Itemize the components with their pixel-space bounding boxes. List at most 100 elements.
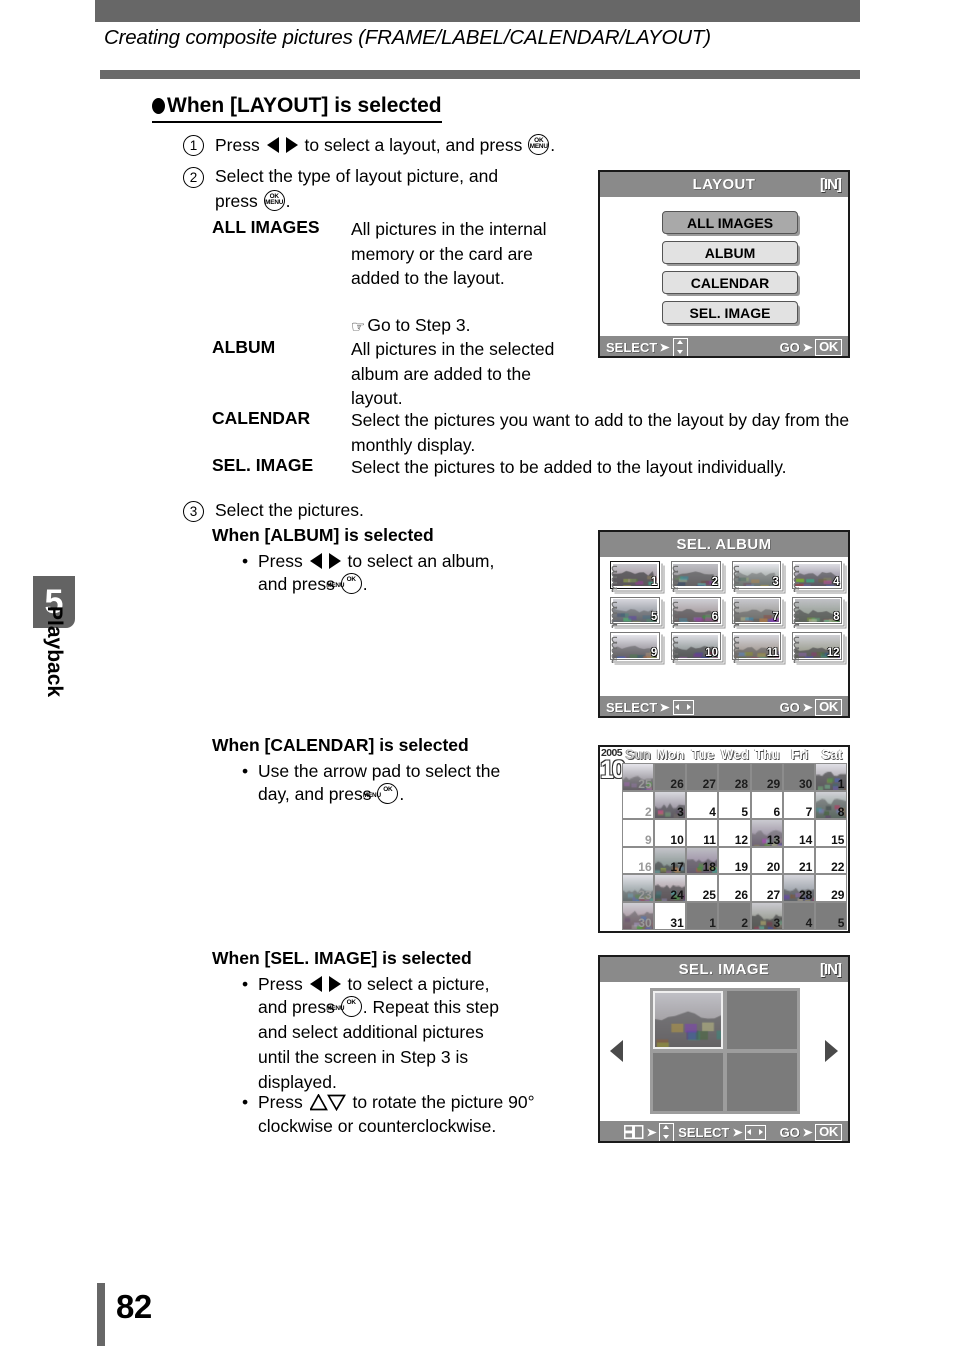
- calendar-day-cell[interactable]: 19: [718, 846, 751, 875]
- calendar-day-cell[interactable]: 3: [654, 790, 687, 819]
- calendar-day-cell[interactable]: 10: [654, 818, 687, 847]
- ok-button-icon[interactable]: OK: [815, 698, 842, 716]
- menu-item-album-label: ALBUM: [704, 244, 756, 261]
- step-1-text-after: .: [550, 135, 556, 155]
- bullet-point-icon: •: [242, 761, 249, 781]
- ok-button-icon[interactable]: OK: [815, 1123, 842, 1141]
- calendar-day-cell[interactable]: 28: [782, 874, 815, 903]
- sel-image-title-bar: SEL. IMAGE [IN]: [600, 957, 848, 982]
- album-number: 4: [833, 575, 840, 588]
- menu-item-sel-image[interactable]: SEL. IMAGE: [662, 301, 798, 324]
- calendar-day-number: 8: [837, 804, 845, 819]
- calendar-day-number: 25: [702, 888, 716, 903]
- sel-image-bullet1-line2-before: and press: [258, 997, 335, 1017]
- calendar-day-cell[interactable]: 21: [782, 846, 815, 875]
- album-thumbnail[interactable]: 2: [665, 560, 723, 595]
- album-thumbnail[interactable]: 11: [726, 631, 784, 666]
- next-image-arrow-icon[interactable]: [825, 1040, 838, 1062]
- menu-item-calendar[interactable]: CALENDAR: [662, 271, 798, 294]
- up-down-pad-icon[interactable]: [659, 1122, 675, 1141]
- album-thumbnail[interactable]: 10: [665, 631, 723, 666]
- layout-pane-empty[interactable]: [653, 1053, 723, 1111]
- step-1-text-before: Press: [215, 135, 260, 155]
- calendar-day-cell[interactable]: 9: [622, 818, 655, 847]
- left-right-pad-icon[interactable]: [672, 699, 694, 715]
- calendar-day-cell[interactable]: 1: [814, 763, 847, 791]
- calendar-day-cell[interactable]: 16: [622, 846, 655, 875]
- calendar-day-cell[interactable]: 25: [622, 763, 655, 791]
- calendar-day-cell[interactable]: 13: [750, 818, 783, 847]
- calendar-day-cell[interactable]: 30: [622, 902, 655, 930]
- calendar-day-cell[interactable]: 18: [686, 846, 719, 875]
- calendar-day-cell[interactable]: 25: [686, 874, 719, 903]
- sel-image-title: SEL. IMAGE: [678, 961, 770, 978]
- sel-image-bullet-line-1: • Press to select a picture,: [242, 972, 588, 997]
- calendar-day-cell[interactable]: 5: [718, 790, 751, 819]
- calendar-day-cell[interactable]: 5: [814, 902, 847, 930]
- calendar-day-cell[interactable]: 31: [654, 902, 687, 930]
- menu-item-album[interactable]: ALBUM: [662, 241, 798, 264]
- album-thumbnail[interactable]: 1: [604, 560, 662, 595]
- calendar-day-cell[interactable]: 29: [750, 763, 783, 791]
- layout-pane-empty[interactable]: [727, 1053, 797, 1111]
- calendar-day-cell[interactable]: 14: [782, 818, 815, 847]
- calendar-day-cell[interactable]: 2: [718, 902, 751, 930]
- album-thumbnail[interactable]: 4: [786, 560, 844, 595]
- calendar-day-number: 29: [766, 776, 781, 791]
- calendar-weekday-tue: Tue: [691, 747, 715, 762]
- album-thumbnail[interactable]: 12: [786, 631, 844, 666]
- album-thumbnail[interactable]: 7: [726, 596, 784, 631]
- calendar-day-cell[interactable]: 12: [718, 818, 751, 847]
- album-number: 5: [650, 611, 658, 624]
- calendar-day-cell[interactable]: 27: [750, 874, 783, 903]
- sel-album-body: 1 2 3 4 5 6 7 8 9 10 11 12: [600, 557, 848, 696]
- calendar-day-cell[interactable]: 28: [718, 763, 751, 791]
- calendar-day-cell[interactable]: 23: [622, 874, 655, 903]
- calendar-day-cell[interactable]: 3: [750, 902, 783, 930]
- calendar-day-cell[interactable]: 11: [686, 818, 719, 847]
- layout-footer-select-label: SELECT: [606, 339, 658, 355]
- calendar-day-cell[interactable]: 1: [686, 902, 719, 930]
- album-thumbnail[interactable]: 9: [604, 631, 662, 666]
- previous-image-arrow-icon[interactable]: [610, 1040, 623, 1062]
- calendar-day-number: 25: [638, 776, 652, 791]
- menu-item-all-images[interactable]: ALL IMAGES: [662, 211, 798, 234]
- calendar-day-cell[interactable]: 26: [718, 874, 751, 903]
- calendar-day-cell[interactable]: 6: [750, 790, 783, 819]
- up-down-pad-icon[interactable]: [672, 337, 688, 356]
- calendar-day-cell[interactable]: 2: [622, 790, 655, 819]
- header-rule: [100, 70, 860, 79]
- album-footer-go-label: GO: [779, 699, 800, 715]
- arrow-separator-icon: ➤: [802, 701, 813, 714]
- calendar-day-cell[interactable]: 17: [654, 846, 687, 875]
- calendar-day-cell[interactable]: 4: [782, 902, 815, 930]
- step-2-text: Select the type of layout picture, and: [215, 164, 575, 189]
- layout-type-icon[interactable]: [624, 1125, 644, 1139]
- album-thumbnail[interactable]: 3: [726, 560, 784, 595]
- calendar-day-cell[interactable]: 30: [782, 763, 815, 791]
- calendar-day-number: 21: [798, 860, 813, 875]
- layout-pane-filled[interactable]: [653, 991, 723, 1049]
- calendar-bullet-line-1: • Use the arrow pad to select the: [242, 759, 588, 784]
- ok-menu-button-icon: OK MENU: [326, 996, 362, 1017]
- calendar-day-cell[interactable]: 22: [814, 846, 847, 875]
- calendar-day-cell[interactable]: 29: [814, 874, 847, 903]
- album-thumbnail[interactable]: 5: [604, 596, 662, 631]
- album-thumbnail[interactable]: 6: [665, 596, 723, 631]
- album-thumbnail[interactable]: 8: [786, 596, 844, 631]
- calendar-day-number: 16: [638, 860, 652, 875]
- calendar-day-cell[interactable]: 8: [814, 790, 847, 819]
- ok-button-icon[interactable]: OK: [815, 338, 842, 356]
- left-right-pad-icon[interactable]: [744, 1124, 766, 1140]
- step-2-line-2-before: press: [215, 191, 258, 211]
- option-note-all-images-text: Go to Step 3.: [367, 315, 471, 335]
- arrow-separator-icon: ➤: [802, 1126, 813, 1139]
- calendar-day-cell[interactable]: 26: [654, 763, 687, 791]
- calendar-day-cell[interactable]: 15: [814, 818, 847, 847]
- calendar-day-cell[interactable]: 4: [686, 790, 719, 819]
- calendar-day-cell[interactable]: 20: [750, 846, 783, 875]
- calendar-day-cell[interactable]: 7: [782, 790, 815, 819]
- calendar-day-cell[interactable]: 24: [654, 874, 687, 903]
- calendar-day-cell[interactable]: 27: [686, 763, 719, 791]
- layout-pane-empty[interactable]: [727, 991, 797, 1049]
